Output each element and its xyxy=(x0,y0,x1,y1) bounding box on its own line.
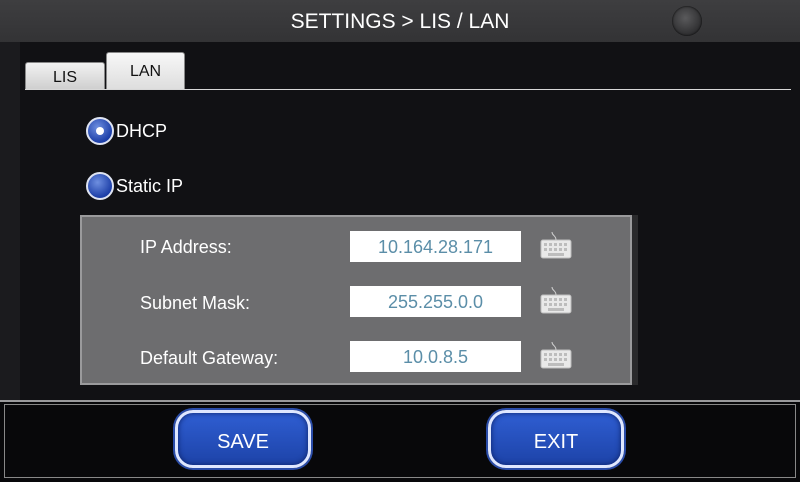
ip-address-field[interactable]: 10.164.28.171 xyxy=(350,231,521,262)
subnet-mask-label: Subnet Mask: xyxy=(140,293,251,313)
keyboard-icon[interactable] xyxy=(540,231,572,261)
subnet-mask-field[interactable]: 255.255.0.0 xyxy=(350,286,521,317)
static-ip-label[interactable]: Static IP xyxy=(116,176,183,197)
dhcp-label[interactable]: DHCP xyxy=(116,121,167,142)
lis-status-led-icon xyxy=(672,6,702,36)
default-gateway-field[interactable]: 10.0.8.5 xyxy=(350,341,521,372)
save-button[interactable]: SAVE xyxy=(175,410,311,468)
tab-divider xyxy=(25,89,791,90)
page-title: SETTINGS > LIS / LAN xyxy=(290,10,510,33)
keyboard-icon[interactable] xyxy=(540,341,572,371)
ip-address-label: IP Address: xyxy=(140,237,232,257)
dhcp-radio[interactable] xyxy=(86,117,114,145)
tab-lis[interactable]: LIS xyxy=(25,62,105,90)
static-ip-radio[interactable] xyxy=(86,172,114,200)
keyboard-icon[interactable] xyxy=(540,286,572,316)
radio-selected-dot-icon xyxy=(96,127,104,135)
exit-button[interactable]: EXIT xyxy=(488,410,624,468)
default-gateway-label: Default Gateway: xyxy=(140,348,279,368)
bottom-bar-frame xyxy=(4,404,796,478)
tab-lan[interactable]: LAN xyxy=(106,52,185,90)
